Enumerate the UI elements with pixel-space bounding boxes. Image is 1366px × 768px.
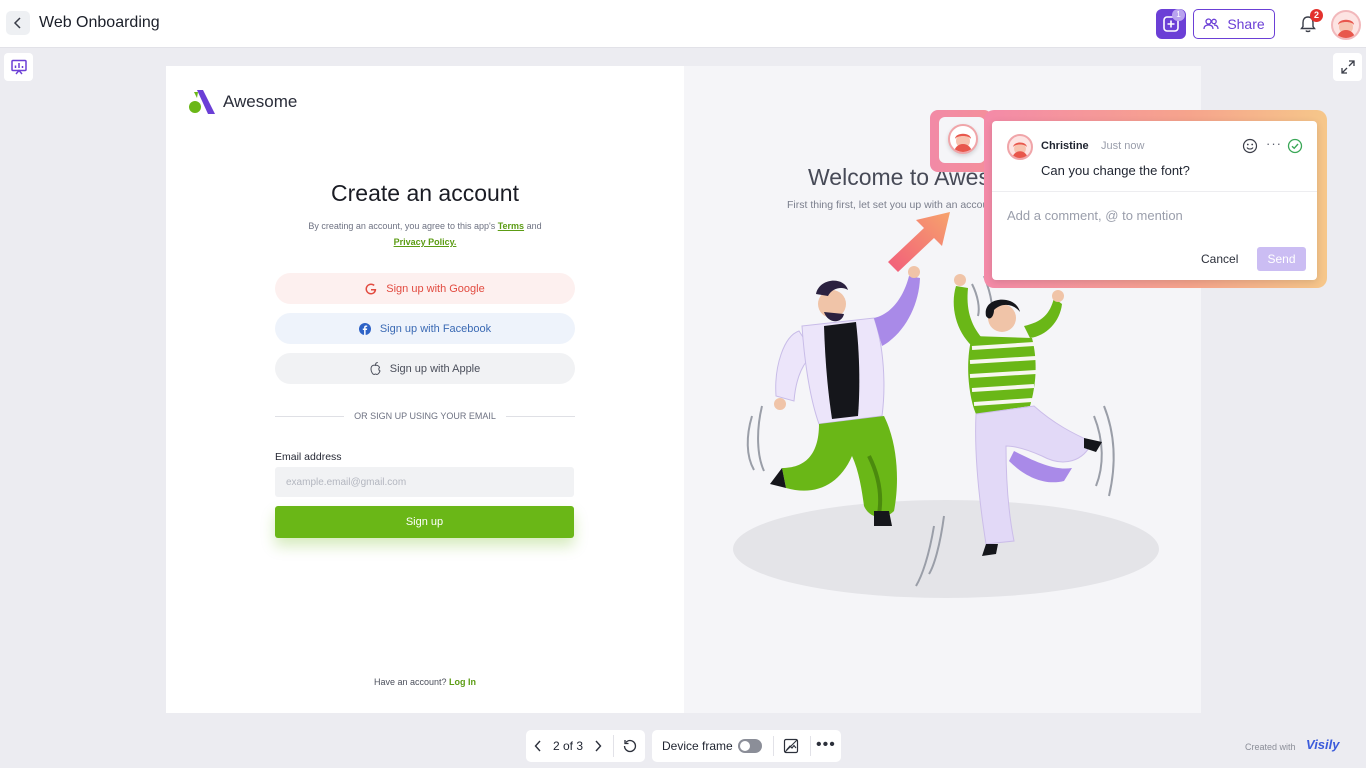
signup-panel: Awesome Create an account By creating an… bbox=[166, 66, 684, 713]
toggle-knob bbox=[740, 741, 750, 751]
google-signup-label: Sign up with Google bbox=[386, 282, 485, 295]
email-label: Email address bbox=[275, 451, 342, 463]
more-options-icon[interactable]: ··· bbox=[1266, 136, 1282, 151]
comment-author-avatar bbox=[1007, 134, 1033, 160]
back-button[interactable] bbox=[6, 11, 30, 35]
signup-button[interactable]: Sign up bbox=[275, 506, 574, 538]
page-navigator: 2 of 3 bbox=[526, 730, 645, 762]
share-button[interactable]: Share bbox=[1193, 9, 1275, 39]
avatar-face-icon bbox=[1012, 142, 1028, 158]
apple-signup-label: Sign up with Apple bbox=[389, 362, 481, 375]
restart-button[interactable] bbox=[617, 730, 643, 762]
user-avatar[interactable] bbox=[1331, 10, 1361, 40]
brand-logo: Awesome bbox=[189, 90, 297, 114]
apple-icon bbox=[370, 362, 381, 375]
dancing-people-illustration bbox=[733, 266, 1159, 598]
divider-line-left bbox=[275, 415, 345, 417]
top-bar: Web Onboarding 1 Share 2 bbox=[0, 0, 1366, 48]
avatar-face-icon bbox=[1337, 19, 1355, 38]
terms-text: By creating an account, you agree to thi… bbox=[166, 221, 684, 231]
restart-icon bbox=[623, 739, 637, 753]
comment-card: Christine Just now ··· Can you change th… bbox=[992, 121, 1317, 280]
send-button[interactable]: Send bbox=[1257, 247, 1306, 271]
chevron-left-icon bbox=[13, 17, 21, 29]
expand-icon bbox=[1340, 60, 1355, 74]
share-label: Share bbox=[1227, 16, 1265, 32]
fullscreen-button[interactable] bbox=[1333, 53, 1362, 81]
emoji-icon[interactable] bbox=[1242, 138, 1258, 154]
cancel-button[interactable]: Cancel bbox=[1201, 252, 1238, 266]
google-signup-button[interactable]: Sign up with Google bbox=[275, 273, 575, 304]
terms-link[interactable]: Terms bbox=[498, 221, 524, 231]
privacy-policy-link[interactable]: Privacy Policy. bbox=[394, 237, 457, 247]
login-prompt: Have an account? Log In bbox=[166, 677, 684, 687]
visily-logo[interactable]: Visily bbox=[1306, 737, 1339, 752]
awesome-logo-icon bbox=[189, 90, 215, 114]
device-frame-label: Device frame bbox=[662, 739, 733, 753]
avatar-face-icon bbox=[954, 133, 972, 152]
control-divider bbox=[810, 736, 811, 756]
email-field[interactable] bbox=[275, 467, 574, 497]
device-frame-toggle[interactable] bbox=[738, 739, 762, 753]
have-account-text: Have an account? bbox=[373, 677, 450, 687]
terms-and: and bbox=[524, 221, 542, 231]
comment-timestamp: Just now bbox=[1101, 140, 1145, 152]
page-indicator: 2 of 3 bbox=[552, 739, 584, 753]
comment-divider bbox=[992, 191, 1317, 192]
comment-input[interactable] bbox=[1007, 205, 1302, 225]
terms-prefix: By creating an account, you agree to thi… bbox=[308, 221, 498, 231]
image-off-icon[interactable] bbox=[783, 738, 799, 754]
presentation-icon bbox=[10, 59, 27, 75]
next-page-button[interactable] bbox=[586, 730, 610, 762]
pointer-arrow-icon bbox=[888, 212, 950, 272]
facebook-icon bbox=[358, 322, 371, 335]
facebook-signup-label: Sign up with Facebook bbox=[379, 322, 492, 335]
device-frame-control: Device frame ••• bbox=[652, 730, 841, 762]
divider-line-right bbox=[505, 415, 576, 417]
brand-name: Awesome bbox=[223, 92, 298, 111]
control-divider bbox=[773, 736, 774, 756]
page-title: Create an account bbox=[331, 180, 519, 206]
comment-text: Can you change the font? bbox=[1041, 163, 1190, 178]
previous-page-button[interactable] bbox=[526, 730, 550, 762]
chevron-left-icon bbox=[534, 740, 541, 752]
pager-divider bbox=[613, 735, 614, 757]
apple-signup-button[interactable]: Sign up with Apple bbox=[275, 353, 575, 384]
login-link[interactable]: Log In bbox=[449, 677, 476, 687]
more-options-icon[interactable]: ••• bbox=[816, 736, 836, 754]
presentation-button[interactable] bbox=[4, 53, 33, 81]
add-count-badge: 1 bbox=[1172, 9, 1185, 21]
users-icon bbox=[1203, 18, 1219, 30]
document-title: Web Onboarding bbox=[39, 14, 160, 31]
or-divider: OR SIGN UP USING YOUR EMAIL bbox=[275, 410, 576, 422]
google-icon bbox=[365, 283, 377, 294]
privacy-row: Privacy Policy. bbox=[166, 237, 684, 247]
resolve-check-icon[interactable] bbox=[1287, 138, 1303, 154]
notification-badge: 2 bbox=[1310, 9, 1323, 22]
comment-pin[interactable] bbox=[948, 124, 978, 154]
comment-author: Christine bbox=[1041, 140, 1089, 152]
facebook-signup-button[interactable]: Sign up with Facebook bbox=[275, 313, 575, 344]
chevron-right-icon bbox=[595, 740, 602, 752]
created-with-text: Created with bbox=[1245, 742, 1296, 752]
divider-text: OR SIGN UP USING YOUR EMAIL bbox=[354, 411, 496, 421]
